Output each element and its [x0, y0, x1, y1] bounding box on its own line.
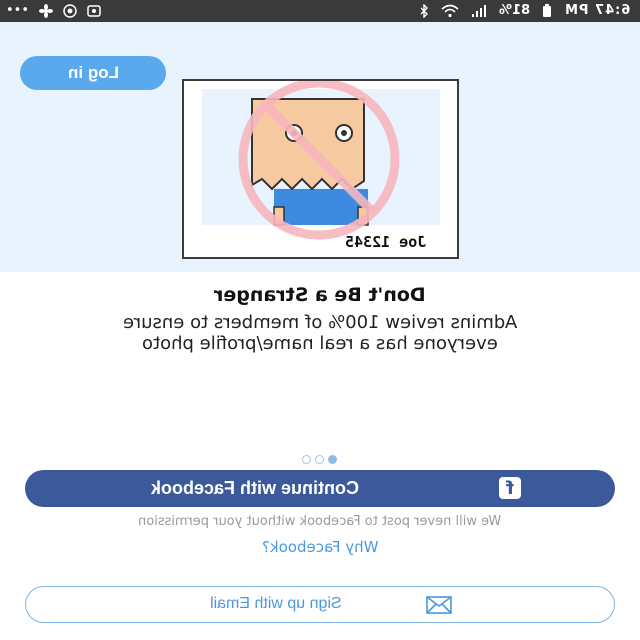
- status-bar-right: 81% 6:47 PM: [419, 3, 630, 18]
- why-facebook-link[interactable]: Why Facebook?: [0, 538, 640, 556]
- screen-record-icon: [87, 5, 101, 17]
- clock: 6:47 PM: [563, 3, 630, 18]
- profile-photo-card: Joe 12345: [182, 79, 459, 259]
- wifi-icon: [441, 4, 459, 17]
- status-bar-left: •••: [6, 3, 101, 19]
- page-dot[interactable]: [315, 455, 324, 464]
- fan-icon: [39, 4, 54, 18]
- battery-percent: 81%: [498, 3, 530, 18]
- page-dot-active[interactable]: [328, 455, 337, 464]
- sign-up-with-email-button[interactable]: Sign up with Email: [25, 586, 615, 623]
- onboarding-subtitle-line2: everyone has a real name/profile photo: [142, 333, 498, 354]
- signal-target-icon: [63, 4, 77, 18]
- page-indicator: [302, 455, 337, 464]
- faceless-avatar-illustration: [202, 81, 440, 240]
- battery-icon: [542, 3, 551, 17]
- login-button-label: Log in: [67, 63, 119, 82]
- mail-icon: [426, 596, 452, 614]
- bluetooth-icon: [420, 3, 428, 18]
- facebook-button-label: Continue with Facebook: [151, 478, 360, 498]
- signal-icon: [471, 4, 486, 17]
- login-button[interactable]: Log in: [20, 56, 166, 90]
- continue-with-facebook-button[interactable]: Continue with Facebook f: [25, 470, 615, 507]
- onboarding-subtitle-line1: Admins review 100% of members to ensure: [122, 312, 518, 333]
- onboarding-title: Don't Be a Stranger: [214, 284, 426, 306]
- overflow-dots-icon: •••: [6, 3, 30, 18]
- facebook-disclaimer: We will never post to Facebook without y…: [138, 514, 502, 529]
- card-name-label: Joe 12345: [345, 233, 427, 251]
- page-dot[interactable]: [302, 455, 311, 464]
- email-button-label: Sign up with Email: [210, 595, 342, 612]
- status-bar: ••• 81% 6:47 PM: [0, 0, 640, 22]
- facebook-icon: f: [499, 477, 521, 499]
